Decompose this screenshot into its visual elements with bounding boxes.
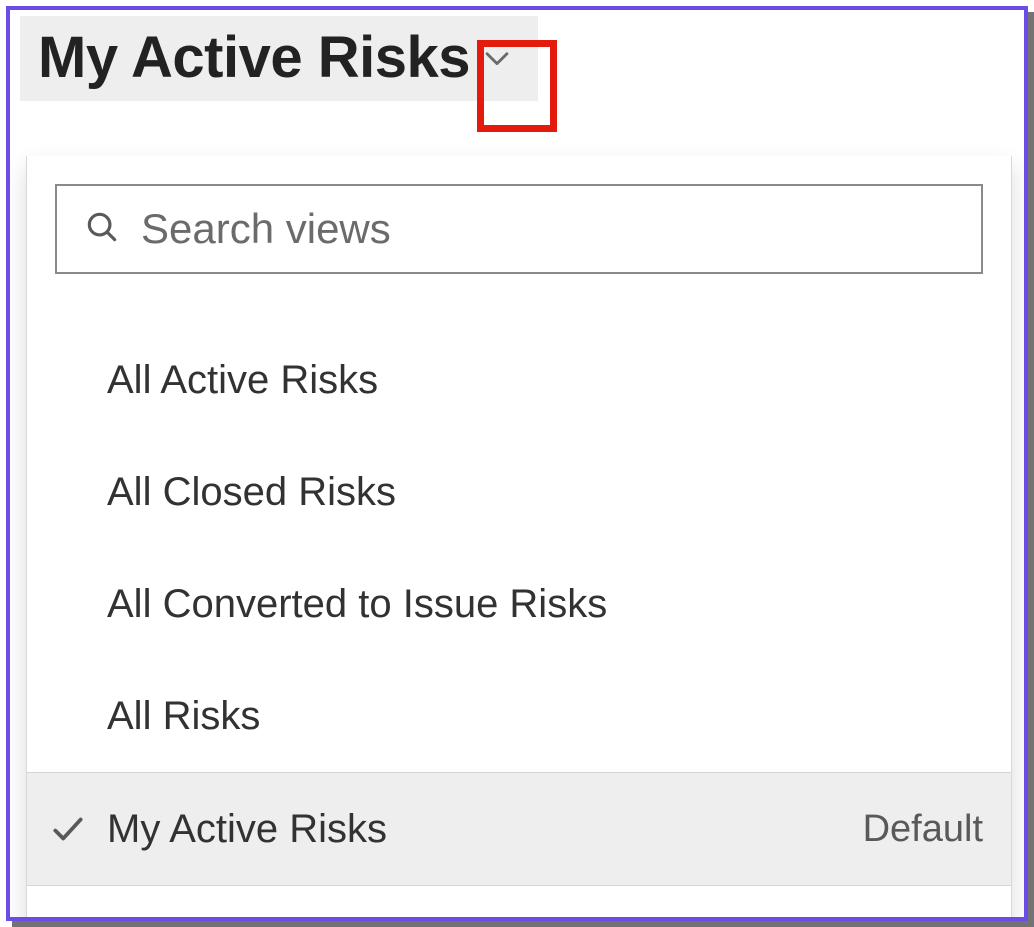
view-selector-panel: My Active Risks All Active Risks All Clo… <box>6 6 1028 921</box>
search-views-input[interactable] <box>139 204 955 254</box>
view-item-label: My Active Risks <box>107 807 863 852</box>
view-item-label: All Closed Risks <box>107 470 983 515</box>
chevron-down-icon <box>480 41 514 75</box>
view-item-label: All Active Risks <box>107 358 983 403</box>
view-list: All Active Risks All Closed Risks All Co… <box>27 294 1011 921</box>
search-icon <box>83 208 121 251</box>
view-selector-dropdown: All Active Risks All Closed Risks All Co… <box>26 156 1012 921</box>
view-item-label: All Risks <box>107 694 983 739</box>
checkmark-icon <box>49 810 87 848</box>
default-badge: Default <box>863 808 983 851</box>
view-item-all-converted-risks[interactable]: All Converted to Issue Risks <box>27 548 1011 660</box>
view-item-all-closed-risks[interactable]: All Closed Risks <box>27 436 1011 548</box>
view-item-my-active-risks[interactable]: My Active Risks Default <box>27 772 1011 886</box>
search-views-container <box>55 184 983 274</box>
list-spacer <box>27 886 1011 921</box>
view-item-all-active-risks[interactable]: All Active Risks <box>27 324 1011 436</box>
search-views-box[interactable] <box>55 184 983 274</box>
view-selector-title: My Active Risks <box>38 24 470 91</box>
view-item-all-risks[interactable]: All Risks <box>27 660 1011 772</box>
view-item-label: All Converted to Issue Risks <box>107 582 983 627</box>
view-selector-trigger[interactable]: My Active Risks <box>20 16 538 101</box>
